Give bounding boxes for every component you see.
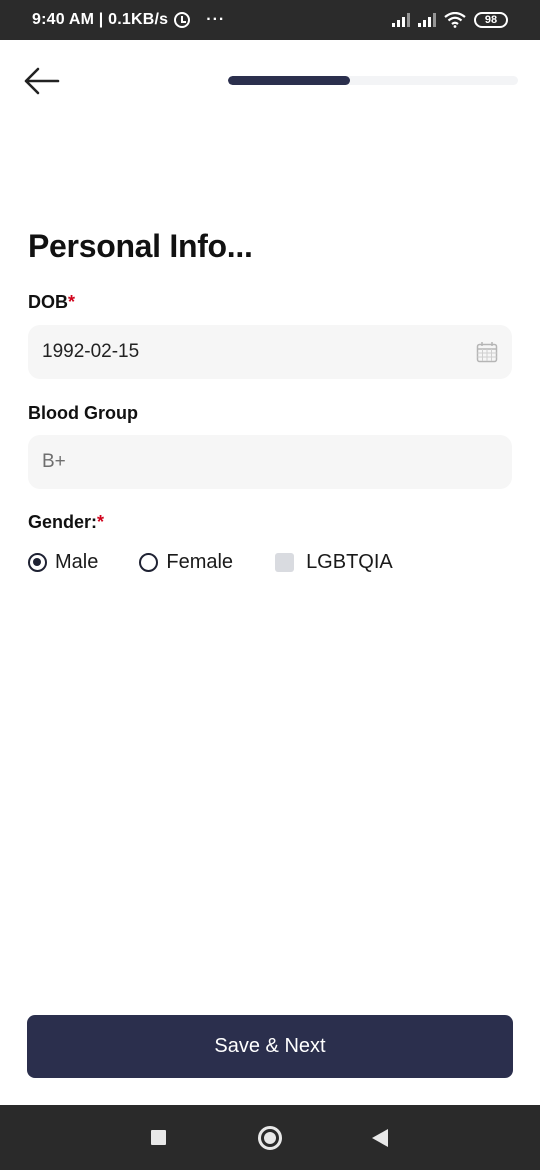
signal-icon-2 — [418, 13, 436, 27]
gender-label: Gender:* — [28, 512, 104, 533]
calendar-icon[interactable] — [476, 341, 498, 363]
blood-group-field[interactable]: B+ — [28, 435, 512, 489]
save-next-button[interactable]: Save & Next — [27, 1015, 513, 1078]
personal-info-screen: 9:40 AM | 0.1KB/s ··· 98 Personal Info..… — [0, 0, 540, 1170]
square-icon — [150, 1130, 166, 1145]
gender-required-mark: * — [97, 512, 105, 532]
dob-required-mark: * — [68, 292, 76, 312]
battery-level: 98 — [484, 14, 498, 26]
dob-field[interactable]: 1992-02-15 — [28, 325, 512, 379]
status-right: 98 — [392, 12, 508, 28]
gender-option-label: Female — [166, 550, 234, 573]
blood-group-value: B+ — [42, 451, 66, 472]
radio-unselected-icon — [139, 552, 159, 572]
signal-icon — [392, 13, 410, 27]
system-nav-bar — [0, 1105, 540, 1170]
status-left: 9:40 AM | 0.1KB/s ··· — [32, 11, 225, 29]
gender-options: Male Female LGBTQIA — [28, 548, 393, 576]
battery-icon: 98 — [474, 12, 508, 28]
gender-label-text: Gender: — [28, 512, 98, 532]
dob-value: 1992-02-15 — [42, 341, 140, 362]
dob-label-text: DOB — [28, 292, 68, 312]
more-notifications-icon: ··· — [206, 11, 226, 28]
triangle-back-icon — [372, 1128, 388, 1147]
radio-selected-icon — [28, 552, 47, 572]
system-back-button[interactable] — [350, 1105, 410, 1170]
wifi-icon — [444, 12, 466, 28]
gender-option-male[interactable]: Male — [28, 551, 98, 574]
alarm-icon — [174, 12, 191, 28]
dob-label: DOB* — [28, 292, 75, 313]
checkbox-icon — [275, 552, 295, 572]
page-title: Personal Info... — [28, 228, 253, 264]
gender-option-lgbtqia[interactable]: LGBTQIA — [275, 551, 393, 574]
home-button[interactable] — [240, 1105, 300, 1170]
gender-option-female[interactable]: Female — [139, 551, 233, 574]
blood-group-label: Blood Group — [28, 403, 138, 423]
gender-option-label: LGBTQIA — [306, 550, 393, 573]
status-time: 9:40 AM | 0.1KB/s — [32, 11, 169, 28]
status-bar: 9:40 AM | 0.1KB/s ··· 98 — [0, 0, 540, 40]
progress-fill — [228, 76, 350, 85]
circle-icon — [258, 1125, 282, 1150]
back-button[interactable] — [20, 62, 62, 100]
gender-option-label: Male — [55, 550, 99, 573]
recent-apps-button[interactable] — [128, 1105, 188, 1170]
progress-track — [228, 76, 518, 85]
arrow-left-icon — [24, 67, 60, 95]
